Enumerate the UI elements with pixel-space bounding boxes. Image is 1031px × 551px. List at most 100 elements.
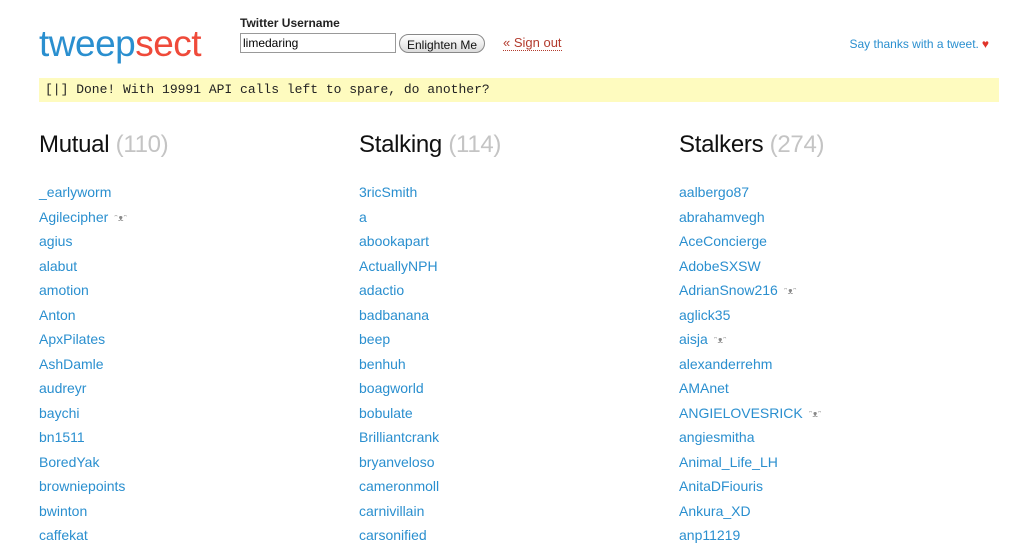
list-item: bryanveloso xyxy=(359,453,439,478)
column-title: Stalkers xyxy=(679,131,764,158)
user-link[interactable]: Anton xyxy=(39,307,76,323)
list-item: alabut xyxy=(39,257,127,282)
list-item: carnivillain xyxy=(359,502,439,527)
face-icon: ᵔᴥᵔ xyxy=(114,213,128,224)
list-item: AdrianSnow216 ᵔᴥᵔ xyxy=(679,281,822,306)
user-link[interactable]: cameronmoll xyxy=(359,478,439,494)
user-link[interactable]: AdobeSXSW xyxy=(679,258,761,274)
stalking-list: 3ricSmith a abookapart ActuallyNPH adactio ba… xyxy=(359,183,439,551)
user-link[interactable]: agius xyxy=(39,233,72,249)
list-item: alexanderrehm xyxy=(679,355,822,380)
list-item: BoredYak xyxy=(39,453,127,478)
user-link[interactable]: anp11219 xyxy=(679,527,740,543)
list-item: Animal_Life_LH xyxy=(679,453,822,478)
list-item: ActuallyNPH xyxy=(359,257,439,282)
user-link[interactable]: Agilecipher xyxy=(39,209,108,225)
list-item: AshDamle xyxy=(39,355,127,380)
user-link[interactable]: bwinton xyxy=(39,503,87,519)
user-link[interactable]: _earlyworm xyxy=(39,184,111,200)
face-icon: ᵔᴥᵔ xyxy=(808,409,822,420)
list-item: caffekat xyxy=(39,526,127,551)
user-link[interactable]: a xyxy=(359,209,367,225)
user-link[interactable]: AshDamle xyxy=(39,356,104,372)
list-item: _earlyworm xyxy=(39,183,127,208)
stalkers-list: aalbergo87 abrahamvegh AceConcierge AdobeSX… xyxy=(679,183,822,551)
mutual-column: Mutual (110) _earlyworm Agilecipher ᵔᴥᵔ agi… xyxy=(39,130,339,543)
list-item: bwinton xyxy=(39,502,127,527)
list-item: anp11219 xyxy=(679,526,822,551)
user-link[interactable]: 3ricSmith xyxy=(359,184,417,200)
list-item: bobulate xyxy=(359,404,439,429)
list-item: ANGIELOVESRICK ᵔᴥᵔ xyxy=(679,404,822,429)
user-link[interactable]: Animal_Life_LH xyxy=(679,454,778,470)
user-link[interactable]: browniepoints xyxy=(39,478,125,494)
list-item: 3ricSmith xyxy=(359,183,439,208)
column-count: (110) xyxy=(115,131,169,158)
column-count: (114) xyxy=(448,131,502,158)
user-link[interactable]: ANGIELOVESRICK xyxy=(679,405,803,421)
mutual-heading: Mutual (110) xyxy=(39,130,339,160)
user-link[interactable]: Ankura_XD xyxy=(679,503,751,519)
list-item: aglick35 xyxy=(679,306,822,331)
user-link[interactable]: abrahamvegh xyxy=(679,209,765,225)
list-item: abookapart xyxy=(359,232,439,257)
column-count: (274) xyxy=(769,131,825,158)
user-link[interactable]: bobulate xyxy=(359,405,413,421)
user-link[interactable]: alexanderrehm xyxy=(679,356,772,372)
list-item: boagworld xyxy=(359,379,439,404)
list-item: beep xyxy=(359,330,439,355)
say-thanks-link[interactable]: Say thanks with a tweet. ♥ xyxy=(849,37,989,51)
user-link[interactable]: aalbergo87 xyxy=(679,184,749,200)
list-item: aalbergo87 xyxy=(679,183,822,208)
list-item: adactio xyxy=(359,281,439,306)
list-item: abrahamvegh xyxy=(679,208,822,233)
user-link[interactable]: badbanana xyxy=(359,307,429,323)
user-link[interactable]: bn1511 xyxy=(39,429,85,445)
user-link[interactable]: aisja xyxy=(679,331,708,347)
list-item: Agilecipher ᵔᴥᵔ xyxy=(39,208,127,233)
column-title: Stalking xyxy=(359,131,442,158)
user-link[interactable]: audreyr xyxy=(39,380,86,396)
logo-part-tweep: tweep xyxy=(39,23,136,64)
list-item: Anton xyxy=(39,306,127,331)
user-link[interactable]: amotion xyxy=(39,282,89,298)
user-link[interactable]: AnitaDFiouris xyxy=(679,478,763,494)
user-link[interactable]: adactio xyxy=(359,282,404,298)
list-item: a xyxy=(359,208,439,233)
list-item: AceConcierge xyxy=(679,232,822,257)
user-link[interactable]: aglick35 xyxy=(679,307,730,323)
user-link[interactable]: benhuh xyxy=(359,356,406,372)
username-label: Twitter Username xyxy=(240,16,340,30)
user-link[interactable]: carnivillain xyxy=(359,503,424,519)
username-input[interactable] xyxy=(240,33,396,53)
user-link[interactable]: carsonified xyxy=(359,527,427,543)
user-link[interactable]: ActuallyNPH xyxy=(359,258,438,274)
list-item: Ankura_XD xyxy=(679,502,822,527)
sign-out-link[interactable]: « Sign out xyxy=(503,35,562,51)
user-link[interactable]: abookapart xyxy=(359,233,429,249)
user-link[interactable]: caffekat xyxy=(39,527,88,543)
user-link[interactable]: angiesmitha xyxy=(679,429,755,445)
logo-part-sect: sect xyxy=(135,23,202,64)
list-item: audreyr xyxy=(39,379,127,404)
user-link[interactable]: AdrianSnow216 xyxy=(679,282,778,298)
list-item: AdobeSXSW xyxy=(679,257,822,282)
stalkers-heading: Stalkers (274) xyxy=(679,130,979,160)
user-link[interactable]: beep xyxy=(359,331,390,347)
user-link[interactable]: Brilliantcrank xyxy=(359,429,439,445)
tweepsect-logo[interactable]: tweepsect xyxy=(39,22,202,66)
user-link[interactable]: ApxPilates xyxy=(39,331,105,347)
list-item: AnitaDFiouris xyxy=(679,477,822,502)
user-link[interactable]: bryanveloso xyxy=(359,454,435,470)
list-item: agius xyxy=(39,232,127,257)
user-link[interactable]: AMAnet xyxy=(679,380,729,396)
face-icon: ᵔᴥᵔ xyxy=(783,287,797,297)
user-link[interactable]: baychi xyxy=(39,405,79,421)
user-link[interactable]: BoredYak xyxy=(39,454,99,470)
user-link[interactable]: boagworld xyxy=(359,380,424,396)
list-item: angiesmitha xyxy=(679,428,822,453)
user-link[interactable]: AceConcierge xyxy=(679,233,767,249)
enlighten-me-button[interactable]: Enlighten Me xyxy=(399,34,485,53)
user-link[interactable]: alabut xyxy=(39,258,77,274)
column-title: Mutual xyxy=(39,131,110,158)
